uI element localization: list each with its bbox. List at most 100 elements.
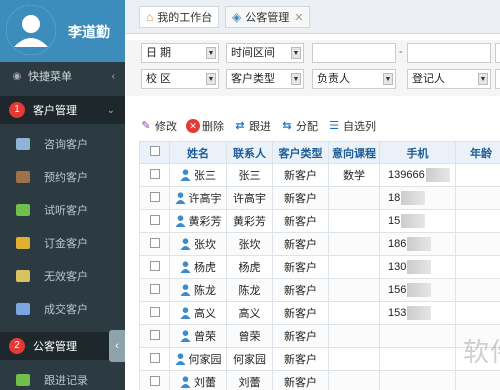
table-row[interactable]: 曾荣 曾荣 新客户 bbox=[139, 324, 500, 348]
campus-select[interactable]: 校 区 ▼ bbox=[141, 69, 219, 89]
cell-age bbox=[455, 301, 500, 325]
cell-phone bbox=[379, 347, 456, 371]
table-row[interactable]: 张三 张三 新客户 数学 139666 bbox=[139, 163, 500, 187]
time-range-select[interactable]: 时间区间 ▼ bbox=[226, 43, 304, 63]
tab-public-customers[interactable]: ◈ 公客管理 ✕ bbox=[225, 6, 311, 28]
redacted-block bbox=[407, 306, 432, 320]
sidebar-item-customer-management[interactable]: 1 客户管理 ⌄ bbox=[0, 96, 125, 124]
follow-up-button[interactable]: ⇄ 跟进 bbox=[233, 118, 271, 134]
row-checkbox[interactable] bbox=[139, 163, 170, 187]
step-badge: 1 bbox=[9, 102, 25, 118]
row-checkbox[interactable] bbox=[139, 324, 170, 348]
row-checkbox[interactable] bbox=[139, 209, 170, 233]
cell-type: 新客户 bbox=[272, 209, 329, 233]
sidebar-item-quick-menu[interactable]: ◉ 快捷菜单 ‹ bbox=[0, 62, 125, 90]
table-row[interactable]: 陈龙 陈龙 新客户 156 bbox=[139, 278, 500, 302]
custom-columns-button[interactable]: ☰ 自选列 bbox=[327, 118, 376, 134]
cell-name[interactable]: 高义 bbox=[169, 301, 227, 325]
table-row[interactable]: 黄彩芳 黄彩芳 新客户 15 bbox=[139, 209, 500, 233]
user-name: 李道勤 bbox=[68, 24, 110, 40]
delete-button[interactable]: ✕ 删除 bbox=[186, 118, 224, 134]
row-checkbox[interactable] bbox=[139, 370, 170, 390]
home-icon: ⌂ bbox=[146, 10, 154, 24]
sidebar-item-public-customers[interactable]: 2 公客管理 bbox=[0, 332, 125, 360]
phone-text: 18 bbox=[388, 191, 401, 204]
select-value: 时间区间 bbox=[231, 47, 275, 59]
cell-age bbox=[455, 255, 500, 279]
row-checkbox[interactable] bbox=[139, 255, 170, 279]
cell-contact: 张坎 bbox=[226, 232, 273, 256]
sidebar-item-followup-records[interactable]: 跟进记录 bbox=[0, 366, 125, 390]
cell-type: 新客户 bbox=[272, 301, 329, 325]
phone-text: 156 bbox=[388, 283, 407, 296]
tab-bar: ⌂ 我的工作台 ◈ 公客管理 ✕ bbox=[125, 0, 500, 34]
column-header-course[interactable]: 意向课程 bbox=[328, 141, 380, 164]
redacted-block bbox=[407, 260, 432, 274]
sidebar-item-label: 试听客户 bbox=[44, 205, 88, 217]
tab-workbench[interactable]: ⌂ 我的工作台 bbox=[139, 6, 220, 28]
cell-name[interactable]: 刘蕾 bbox=[169, 370, 227, 390]
row-checkbox[interactable] bbox=[139, 347, 170, 371]
table-row[interactable]: 高义 高义 新客户 153 bbox=[139, 301, 500, 325]
date-select[interactable]: 日 期 ▼ bbox=[141, 43, 219, 63]
avatar[interactable] bbox=[6, 5, 56, 55]
column-header-name[interactable]: 姓名 bbox=[169, 141, 227, 164]
end-date-input[interactable] bbox=[407, 43, 491, 63]
row-checkbox[interactable] bbox=[139, 232, 170, 256]
overflow-field[interactable] bbox=[495, 43, 500, 63]
table-row[interactable]: 何家园 何家园 新客户 bbox=[139, 347, 500, 371]
select-value: 登记人 bbox=[412, 73, 445, 85]
sidebar: 李道勤 ◉ 快捷菜单 ‹ 1 客户管理 ⌄ 咨询客户 预约客户 试听客户 订金客… bbox=[0, 0, 125, 390]
cell-course bbox=[328, 324, 380, 348]
row-checkbox[interactable] bbox=[139, 186, 170, 210]
cell-type: 新客户 bbox=[272, 186, 329, 210]
start-date-input[interactable] bbox=[312, 43, 396, 63]
cell-name[interactable]: 杨虎 bbox=[169, 255, 227, 279]
edit-button[interactable]: ✎ 修改 bbox=[139, 118, 177, 134]
customer-type-select[interactable]: 客户类型 ▼ bbox=[226, 69, 304, 89]
cell-name[interactable]: 张三 bbox=[169, 163, 227, 187]
flag-icon bbox=[16, 303, 30, 315]
cell-course: 数学 bbox=[328, 163, 380, 187]
column-header-contact[interactable]: 联系人 bbox=[226, 141, 273, 164]
user-icon bbox=[6, 5, 56, 55]
button-label: 自选列 bbox=[343, 121, 376, 133]
assign-button[interactable]: ⇆ 分配 bbox=[280, 118, 318, 134]
sidebar-item-closed-customers[interactable]: 成交客户 bbox=[0, 295, 125, 323]
phone-text: 153 bbox=[388, 306, 407, 319]
close-icon[interactable]: ✕ bbox=[294, 11, 303, 24]
sidebar-item-invalid-customers[interactable]: 无效客户 bbox=[0, 262, 125, 290]
cell-phone: 15 bbox=[379, 209, 456, 233]
cell-phone: 186 bbox=[379, 232, 456, 256]
select-all-checkbox[interactable] bbox=[139, 141, 170, 164]
cell-name[interactable]: 张坎 bbox=[169, 232, 227, 256]
table-row[interactable]: 张坎 张坎 新客户 186 bbox=[139, 232, 500, 256]
row-checkbox[interactable] bbox=[139, 278, 170, 302]
sidebar-item-deposit-customers[interactable]: 订金客户 bbox=[0, 229, 125, 257]
column-header-age[interactable]: 年龄 bbox=[455, 141, 500, 164]
cell-phone bbox=[379, 370, 456, 390]
contact-card-icon bbox=[16, 138, 30, 150]
row-checkbox[interactable] bbox=[139, 301, 170, 325]
person-icon bbox=[180, 306, 191, 319]
collapse-sidebar-button[interactable]: ‹ bbox=[109, 330, 125, 362]
cell-name[interactable]: 曾荣 bbox=[169, 324, 227, 348]
cell-age bbox=[455, 370, 500, 390]
sidebar-item-appointment-customers[interactable]: 预约客户 bbox=[0, 163, 125, 191]
table-row[interactable]: 杨虎 杨虎 新客户 130 bbox=[139, 255, 500, 279]
sidebar-item-trial-customers[interactable]: 试听客户 bbox=[0, 196, 125, 224]
table-row[interactable]: 许高宇 许高宇 新客户 18 bbox=[139, 186, 500, 210]
registrar-select[interactable]: 登记人 ▼ bbox=[407, 69, 491, 89]
sidebar-item-consult-customers[interactable]: 咨询客户 bbox=[0, 130, 125, 158]
cell-name[interactable]: 黄彩芳 bbox=[169, 209, 227, 233]
column-header-phone[interactable]: 手机 bbox=[379, 141, 456, 164]
overflow-field[interactable] bbox=[495, 69, 500, 89]
cell-name[interactable]: 何家园 bbox=[169, 347, 227, 371]
cell-name[interactable]: 陈龙 bbox=[169, 278, 227, 302]
dropdown-arrow-icon: ▼ bbox=[206, 73, 216, 85]
check-icon bbox=[16, 204, 30, 216]
cell-name[interactable]: 许高宇 bbox=[169, 186, 227, 210]
table-row[interactable]: 刘蕾 刘蕾 新客户 bbox=[139, 370, 500, 390]
column-header-type[interactable]: 客户类型 bbox=[272, 141, 329, 164]
owner-select[interactable]: 负责人 ▼ bbox=[312, 69, 396, 89]
